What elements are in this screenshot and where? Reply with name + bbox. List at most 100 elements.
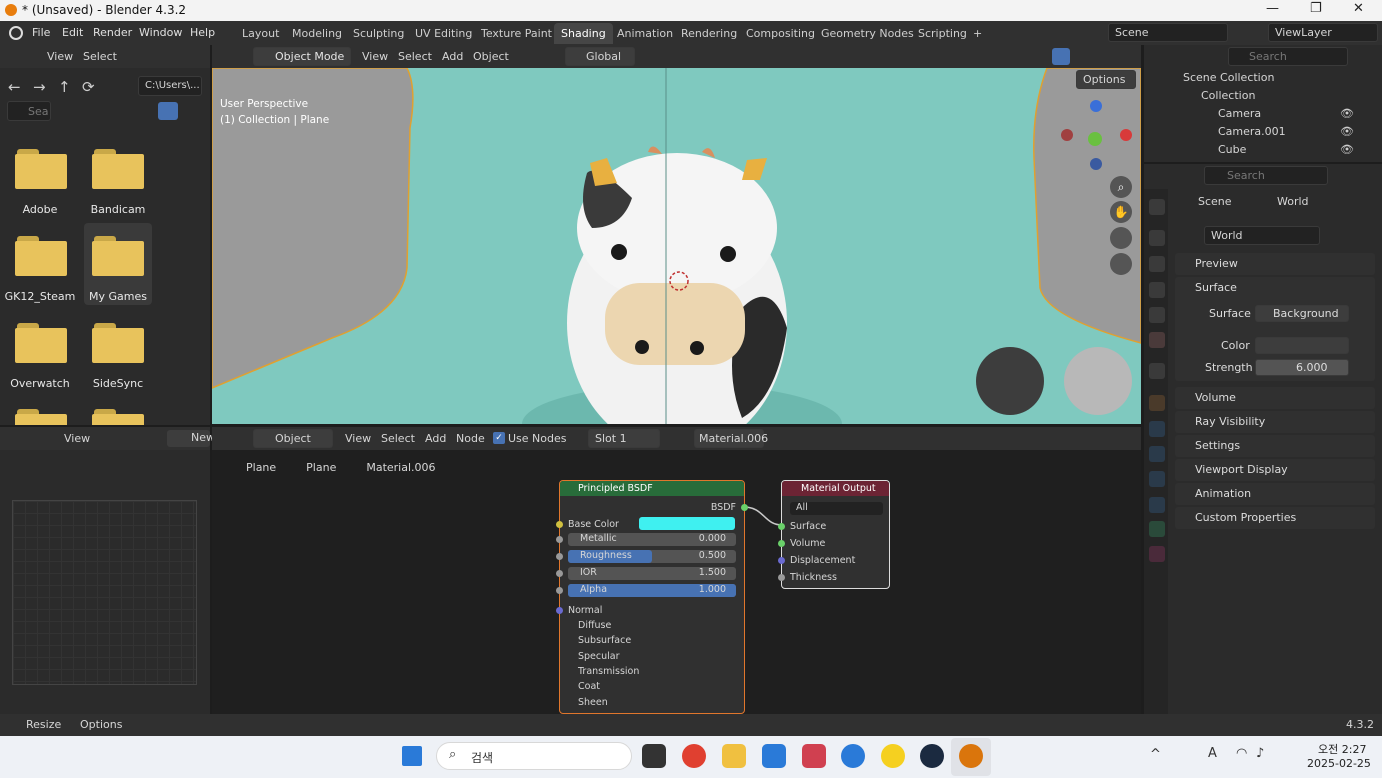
object-tab-icon[interactable]	[1149, 395, 1165, 411]
viewport-object-menu[interactable]: Object	[473, 50, 509, 63]
image-view-menu[interactable]: View	[64, 432, 90, 445]
blender-menu-icon[interactable]	[9, 26, 23, 40]
view-layer-tab-icon[interactable]	[1149, 282, 1165, 298]
displacement-socket[interactable]	[778, 557, 785, 564]
forward-icon[interactable]: →	[33, 78, 46, 96]
panel-custom-properties[interactable]: Custom Properties	[1175, 507, 1375, 529]
player-icon[interactable]	[881, 744, 905, 768]
material-output-node[interactable]: Material Output All Surface Volume Displ…	[778, 480, 890, 589]
output-node-header[interactable]: Material Output	[782, 481, 889, 496]
output-target-dropdown[interactable]: All	[790, 502, 883, 515]
color-field[interactable]	[1255, 337, 1349, 354]
visibility-eye-icon[interactable]: 👁	[1340, 125, 1354, 138]
input-socket[interactable]	[556, 587, 563, 594]
properties-search-input[interactable]: Search	[1204, 166, 1328, 185]
close-button[interactable]: ✕	[1353, 1, 1364, 16]
viewport-options-button[interactable]: Options	[1076, 70, 1136, 89]
wifi-icon[interactable]: ◠	[1236, 746, 1247, 761]
sub-panel-coat[interactable]: Coat	[578, 681, 600, 692]
folder-icon[interactable]	[92, 409, 144, 425]
menu-window[interactable]: Window	[139, 26, 182, 39]
menu-help[interactable]: Help	[190, 26, 215, 39]
input-socket[interactable]	[556, 553, 563, 560]
zoom-icon[interactable]: ⌕	[1110, 176, 1132, 198]
base-color-swatch[interactable]	[639, 517, 735, 530]
physics-tab-icon[interactable]	[1149, 471, 1165, 487]
shading-material-icon[interactable]	[1052, 48, 1070, 65]
node-editor[interactable]: Object View Select Add Node ✓ Use Nodes …	[212, 427, 1141, 714]
menu-file[interactable]: File	[32, 26, 50, 39]
viewport-view-menu[interactable]: View	[362, 50, 388, 63]
steam-icon[interactable]	[920, 744, 944, 768]
normal-socket[interactable]	[556, 607, 563, 614]
refresh-icon[interactable]: ⟳	[82, 78, 95, 96]
folder-icon[interactable]	[92, 323, 144, 363]
tab-rendering[interactable]: Rendering	[674, 23, 744, 44]
collection-tab-icon[interactable]	[1149, 363, 1165, 379]
pan-hand-icon[interactable]: ✋	[1110, 201, 1132, 223]
tab-uv-editing[interactable]: UV Editing	[408, 23, 479, 44]
transform-orientation-dropdown[interactable]: Global	[565, 47, 635, 66]
view-layer-selector[interactable]: ViewLayer	[1268, 23, 1378, 42]
particles-tab-icon[interactable]	[1149, 446, 1165, 462]
panel-volume[interactable]: Volume	[1175, 387, 1375, 409]
ime-icon[interactable]: A	[1208, 746, 1217, 761]
folder-icon[interactable]	[92, 236, 144, 276]
visibility-eye-icon[interactable]: 👁	[1340, 143, 1354, 156]
panel-surface[interactable]: Surface Surface Background Color Strengt…	[1175, 277, 1375, 381]
tab-texture-paint[interactable]: Texture Paint	[474, 23, 559, 44]
data-tab-icon[interactable]	[1149, 521, 1165, 537]
surface-shader-field[interactable]: Background	[1255, 305, 1349, 322]
panel-preview[interactable]: Preview	[1175, 253, 1375, 275]
viewport-add-menu[interactable]: Add	[442, 50, 463, 63]
base-color-socket[interactable]	[556, 521, 563, 528]
file-view-menu[interactable]: View	[47, 50, 73, 63]
app-icon[interactable]	[841, 744, 865, 768]
back-icon[interactable]: ←	[8, 78, 21, 96]
tab-sculpting[interactable]: Sculpting	[346, 23, 411, 44]
sub-panel-sheen[interactable]: Sheen	[578, 697, 608, 708]
sub-panel-subsurface[interactable]: Subsurface	[578, 635, 631, 646]
bsdf-field-ior[interactable]: IOR 1.500	[556, 567, 736, 580]
scene-selector[interactable]: Scene	[1108, 23, 1228, 42]
outliner-item[interactable]: Camera	[1218, 107, 1261, 120]
sub-panel-specular[interactable]: Specular	[578, 651, 620, 662]
panel-animation[interactable]: Animation	[1175, 483, 1375, 505]
taskbar-search-input[interactable]: ⌕ 검색	[436, 742, 632, 770]
camera-view-icon[interactable]	[1110, 227, 1132, 249]
image-grid[interactable]	[12, 500, 197, 685]
tab-shading[interactable]: Shading	[554, 23, 613, 44]
menu-render[interactable]: Render	[93, 26, 132, 39]
outliner-collection[interactable]: Collection	[1201, 89, 1255, 102]
add-workspace-button[interactable]: +	[966, 23, 989, 44]
maximize-button[interactable]: ❐	[1310, 1, 1322, 16]
object-mode-dropdown[interactable]: Object Mode	[253, 47, 351, 66]
tab-compositing[interactable]: Compositing	[739, 23, 822, 44]
tab-scripting[interactable]: Scripting	[911, 23, 974, 44]
bsdf-node-header[interactable]: Principled BSDF	[560, 481, 744, 496]
principled-bsdf-node[interactable]: Principled BSDF BSDF Base Color Normal D…	[556, 480, 748, 714]
folder-icon[interactable]	[15, 149, 67, 189]
3d-viewport[interactable]: User Perspective (1) Collection | Plane …	[212, 68, 1141, 424]
sub-panel-diffuse[interactable]: Diffuse	[578, 620, 611, 631]
perspective-grid-icon[interactable]	[1110, 253, 1132, 275]
clock-time[interactable]: 오전 2:27	[1318, 741, 1366, 757]
visibility-eye-icon[interactable]: 👁	[1340, 107, 1354, 120]
outliner-item[interactable]: Camera.001	[1218, 125, 1286, 138]
new-image-button[interactable]: New	[167, 430, 215, 447]
volume-socket[interactable]	[778, 540, 785, 547]
panel-viewport-display[interactable]: Viewport Display	[1175, 459, 1375, 481]
clock-date[interactable]: 2025-02-25	[1307, 757, 1371, 770]
bsdf-field-alpha[interactable]: Alpha 1.000	[556, 584, 736, 597]
volume-icon[interactable]: ♪	[1256, 746, 1264, 761]
strength-field[interactable]: 6.000	[1255, 359, 1349, 376]
panel-settings[interactable]: Settings	[1175, 435, 1375, 457]
thickness-socket[interactable]	[778, 574, 785, 581]
input-socket[interactable]	[556, 536, 563, 543]
folder-icon[interactable]	[15, 409, 67, 425]
constraints-tab-icon[interactable]	[1149, 497, 1165, 513]
scene-tab-icon[interactable]	[1149, 307, 1165, 323]
bsdf-field-metallic[interactable]: Metallic 0.000	[556, 533, 736, 546]
outliner-item[interactable]: Cube	[1218, 143, 1246, 156]
filter-icon[interactable]	[158, 102, 178, 120]
